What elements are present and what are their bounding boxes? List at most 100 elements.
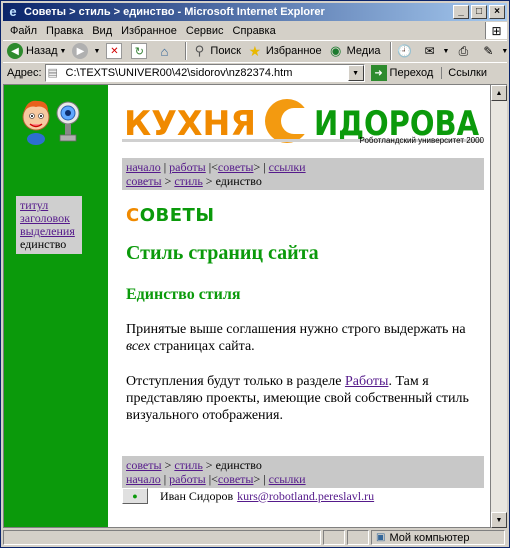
back-button[interactable]: ◀ Назад ▼ — [7, 43, 66, 59]
menu-file[interactable]: Файл — [7, 25, 43, 37]
ie-icon: e — [9, 4, 17, 19]
page-subtitle: Единство стиля — [126, 286, 241, 303]
address-dropdown-button[interactable]: ▼ — [347, 65, 364, 81]
breadcrumb-top: начало | работы |<советы> | ссылки совет… — [122, 158, 484, 190]
media-button[interactable]: ◉ Медиа — [328, 43, 381, 59]
dot-icon: ● — [132, 491, 138, 501]
menu-edit[interactable]: Правка — [43, 25, 89, 37]
crumb-link-works[interactable]: работы — [169, 160, 206, 174]
crumb-nav-line: начало | работы |<советы> | ссылки — [126, 160, 306, 174]
mail-button[interactable]: ✉ ▼ — [421, 43, 449, 59]
print-icon: ⎙ — [458, 43, 469, 58]
page-viewport: титул заголовок выделения единство КУХНЯ… — [3, 84, 491, 528]
refresh-button[interactable]: ↻ — [131, 43, 150, 59]
scroll-down-arrow-icon[interactable]: ▼ — [491, 512, 507, 528]
vertical-scrollbar[interactable]: ▲ ▼ — [491, 84, 507, 528]
crumb-link-start[interactable]: начало — [126, 160, 161, 174]
crumb-link-start[interactable]: начало — [126, 472, 161, 486]
status-main-cell — [3, 530, 321, 545]
search-label: Поиск — [210, 45, 241, 57]
home-button[interactable]: ⌂ — [156, 43, 175, 59]
history-button[interactable]: 🕘 — [396, 43, 415, 59]
mascot-icon — [22, 100, 80, 145]
crumb-path-tips[interactable]: советы — [126, 458, 162, 472]
site-logo: КУХНЯ ИДОРОВА — [122, 99, 482, 144]
edit-button[interactable]: ✎ ▼ — [480, 43, 508, 59]
crumb-link-works[interactable]: работы — [169, 472, 206, 486]
favorites-button[interactable]: ★ Избранное — [247, 43, 322, 59]
menu-help[interactable]: Справка — [230, 25, 282, 37]
address-input[interactable]: ▤ C:\TEXTS\UNIVER00\42\sidorov\nz82374.h… — [44, 64, 365, 82]
search-button[interactable]: ⚲ Поиск — [191, 43, 241, 59]
address-label: Адрес: — [7, 67, 42, 79]
refresh-icon: ↻ — [131, 43, 148, 59]
chevron-down-icon: ▼ — [93, 47, 101, 55]
author-button[interactable]: ● — [122, 488, 148, 504]
history-icon: 🕘 — [397, 44, 412, 58]
links-button[interactable]: Ссылки — [441, 67, 487, 79]
print-button[interactable]: ⎙ — [455, 43, 474, 59]
menu-view[interactable]: Вид — [89, 25, 118, 37]
media-label: Медиа — [346, 45, 381, 57]
title-bar: e Советы > стиль > единство - Microsoft … — [3, 3, 507, 21]
menu-favorites[interactable]: Избранное — [118, 25, 183, 37]
scroll-up-arrow-icon[interactable]: ▲ — [491, 85, 507, 101]
left-green-bar: титул заголовок выделения единство — [4, 85, 108, 527]
mail-icon: ✉ — [424, 44, 435, 58]
maximize-button[interactable]: □ — [471, 5, 487, 19]
status-zone: ▣ Мой компьютер — [371, 530, 505, 545]
crumb-link-links[interactable]: ссылки — [269, 472, 306, 486]
address-bar: Адрес: ▤ C:\TEXTS\UNIVER00\42\sidorov\nz… — [3, 62, 507, 83]
works-link[interactable]: Работы — [345, 374, 388, 389]
logo-subtitle: Роботландский университет 2000 — [359, 136, 485, 145]
crumb-path-style[interactable]: стиль — [174, 458, 202, 472]
author-email-link[interactable]: kurs@robotland.pereslavl.ru — [237, 489, 374, 504]
search-icon: ⚲ — [194, 43, 205, 58]
page-footer: ● Иван Сидоров kurs@robotland.pereslavl.… — [122, 488, 374, 504]
stop-button[interactable]: ✕ — [106, 43, 125, 59]
status-zone-label: Мой компьютер — [389, 531, 470, 544]
page-icon: ▤ — [47, 67, 58, 79]
media-icon: ◉ — [329, 43, 342, 58]
section-heading-rest: ОВЕТЫ — [139, 205, 215, 226]
section-heading-initial: С — [126, 205, 140, 226]
computer-icon: ▣ — [376, 532, 386, 543]
go-arrow-icon: ➜ — [370, 65, 387, 81]
chevron-down-icon: ▼ — [59, 47, 67, 55]
windows-flag-icon: ⊞ — [485, 22, 507, 39]
crumb-path-style[interactable]: стиль — [174, 174, 202, 188]
menu-bar: Файл Правка Вид Избранное Сервис Справка… — [3, 22, 507, 39]
sidenav-current-item: единство — [20, 237, 67, 251]
forward-arrow-icon: ▶ — [72, 43, 89, 59]
chevron-down-icon: ▼ — [501, 47, 509, 55]
paragraph-1-text-end: страницах сайта. — [150, 339, 255, 354]
status-cell — [323, 530, 345, 545]
paragraph-1: Принятые выше соглашения нужно строго вы… — [126, 321, 476, 355]
toolbar-separator — [185, 42, 188, 60]
paragraph-1-text: Принятые выше соглашения нужно строго вы… — [126, 322, 466, 337]
paragraph-1-emphasis: всех — [126, 339, 151, 354]
go-button[interactable]: ➜ Переход — [370, 65, 433, 81]
status-cell — [347, 530, 369, 545]
sidenav-link-title[interactable]: титул — [20, 198, 48, 212]
crumb-link-tips[interactable]: советы — [218, 160, 254, 174]
forward-button[interactable]: ▶ ▼ — [72, 43, 100, 59]
side-nav: титул заголовок выделения единство — [16, 196, 82, 254]
back-arrow-icon: ◀ — [7, 43, 23, 59]
close-button[interactable]: × — [489, 5, 505, 19]
sidenav-link-highlights[interactable]: выделения — [20, 224, 75, 238]
toolbar-separator — [390, 42, 393, 60]
crumb-path-tips[interactable]: советы — [126, 174, 162, 188]
home-icon: ⌂ — [160, 43, 169, 59]
crumb-path-current: единство — [215, 458, 262, 472]
address-url: C:\TEXTS\UNIVER00\42\sidorov\nz82374.htm — [65, 67, 293, 79]
sidenav-link-heading[interactable]: заголовок — [20, 211, 70, 225]
window-title: Советы > стиль > единство - Microsoft In… — [24, 6, 325, 18]
section-heading: СОВЕТЫ — [126, 205, 214, 226]
edit-icon: ✎ — [483, 44, 494, 58]
menu-tools[interactable]: Сервис — [183, 25, 230, 37]
crumb-link-tips[interactable]: советы — [218, 472, 254, 486]
crumb-link-links[interactable]: ссылки — [269, 160, 306, 174]
crumb-path-line: советы > стиль > единство — [126, 174, 262, 188]
minimize-button[interactable]: _ — [453, 5, 469, 19]
